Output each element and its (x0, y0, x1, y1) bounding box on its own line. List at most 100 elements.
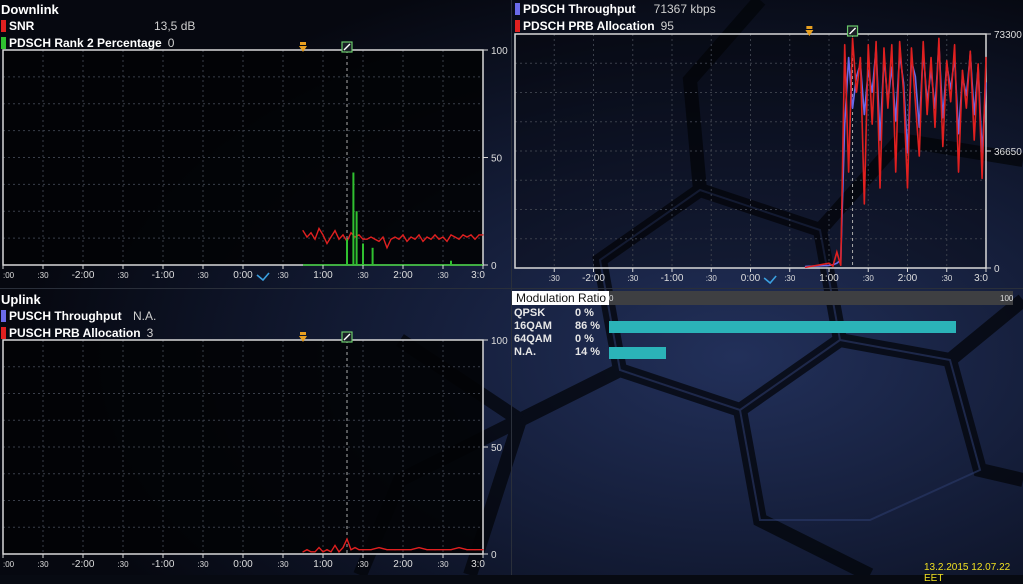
data-point-snr (438, 238, 440, 240)
data-point-pdsch-throughput (895, 120, 897, 122)
data-point-pdsch-prb-allocation (954, 43, 956, 46)
data-point-pdsch-prb-allocation (899, 40, 901, 42)
data-point-pusch-prb-allocation (378, 546, 380, 549)
data-point-pdsch-prb-allocation (922, 40, 924, 42)
data-point-pusch-prb-allocation (394, 549, 396, 551)
x-tick-label: 2:00 (393, 270, 413, 281)
data-point-pdsch-throughput (844, 123, 846, 125)
data-point-pdsch-prb-allocation (859, 56, 861, 58)
legend-item-snr[interactable]: SNR 13,5 dB (1, 19, 195, 33)
data-point-snr (362, 238, 364, 240)
data-point-pusch-prb-allocation (318, 546, 320, 549)
modulation-scale-max: 100 (1000, 294, 1014, 303)
x-tick-label: :30 (784, 274, 796, 283)
x-tick-label: :30 (117, 560, 129, 569)
data-point-snr (422, 240, 424, 242)
x-tick-label: -1:00 (661, 273, 684, 284)
data-point-pdsch-prb-allocation (906, 187, 909, 189)
legend-value: N.A. (133, 309, 157, 323)
x-tick-label: 3:0 (471, 559, 485, 570)
data-point-pdsch-prb-allocation (867, 43, 869, 46)
uplink-chart[interactable]: 0 50 100:00:30 -2:00:30 -1:00:30 0:00:30 1:00:… (0, 331, 511, 575)
uplink-title: Uplink (1, 292, 41, 307)
y-tick-label: 36650 (994, 147, 1022, 158)
legend-item-pdsch-throughput[interactable]: PDSCH Throughput 71367 kbps (515, 2, 716, 16)
legend-label: PUSCH Throughput (9, 309, 122, 323)
data-point-pdsch-prb-allocation (902, 91, 905, 94)
data-point-pdsch-prb-allocation (965, 107, 967, 109)
data-point-snr (342, 234, 344, 236)
data-point-pusch-prb-allocation (434, 549, 436, 551)
x-tick-label: :00 (3, 560, 15, 569)
data-point-pdsch-prb-allocation (981, 178, 983, 180)
data-point-pusch-prb-allocation (302, 551, 304, 553)
data-point-pdsch-throughput (848, 56, 850, 58)
data-point-pdsch-prb-allocation (851, 37, 854, 39)
data-point-snr (370, 236, 372, 238)
x-tick-label: -1:00 (152, 559, 175, 570)
data-point-pusch-prb-allocation (306, 549, 308, 551)
data-point-pdsch-prb-allocation (930, 56, 932, 58)
data-point-snr (450, 234, 452, 236)
data-point-snr (418, 234, 420, 236)
modulation-label-qpsk: QPSK (514, 307, 546, 319)
data-point-pusch-prb-allocation (358, 549, 360, 551)
data-point-pdsch-prb-allocation (973, 139, 975, 141)
modulation-title: Modulation Ratio (512, 291, 611, 305)
modulation-value: 0 % (575, 307, 594, 319)
legend-item-pusch-throughput[interactable]: PUSCH Throughput N.A. (1, 309, 157, 323)
data-point-pdsch-prb-allocation (914, 101, 916, 103)
data-point-pdsch-prb-allocation (977, 63, 979, 65)
data-point-snr (474, 238, 476, 240)
data-point-pdsch-prb-allocation (840, 264, 842, 267)
panel-divider-horizontal (0, 288, 1023, 289)
data-point-snr (434, 234, 436, 236)
data-point-pdsch-prb-allocation (879, 187, 881, 189)
y-tick-label: 73300 (994, 30, 1022, 41)
data-point-pusch-prb-allocation (322, 551, 324, 553)
data-point-pusch-prb-allocation (350, 549, 352, 551)
throughput-chart[interactable]: 0 36650 73300:30 -2:00:30 -1:00:30 0:00:30 1:0… (512, 25, 1023, 288)
data-point-snr (302, 230, 304, 232)
data-point-snr (382, 236, 384, 238)
modulation-value: 86 % (575, 320, 601, 332)
data-point-pusch-prb-allocation (330, 551, 332, 553)
x-tick-label: 1:00 (313, 559, 333, 570)
x-tick-label: :30 (277, 560, 289, 569)
data-point-snr (386, 247, 388, 249)
data-point-snr (338, 238, 340, 240)
data-point-pusch-prb-allocation (466, 549, 468, 551)
x-tick-label: -2:00 (72, 270, 95, 281)
data-point-pdsch-prb-allocation (855, 91, 858, 94)
modulation-value: 14 % (575, 346, 601, 358)
x-tick-label: :30 (549, 274, 561, 283)
downlink-chart[interactable]: 0 50 100:00:30 -2:00:30 -1:00:30 0:00:30 1:00:… (0, 41, 511, 288)
x-tick-label: 1:00 (313, 270, 333, 281)
x-tick-label: :30 (357, 271, 369, 280)
x-tick-label: 1:00 (819, 273, 839, 284)
x-tick-label: 3:0 (471, 270, 485, 281)
data-point-snr (426, 236, 428, 238)
data-point-pusch-prb-allocation (458, 546, 460, 549)
downlink-title: Downlink (1, 2, 59, 17)
data-point-pdsch-prb-allocation (910, 47, 913, 49)
y-tick-label: 0 (491, 261, 497, 272)
data-point-snr (374, 238, 376, 240)
y-tick-label: 50 (491, 443, 503, 454)
x-tick-label: -1:00 (152, 270, 175, 281)
data-point-pdsch-prb-allocation (946, 59, 948, 62)
modulation-bar (609, 347, 666, 359)
data-point-pdsch-throughput (914, 75, 916, 78)
x-tick-label: -2:00 (582, 273, 605, 284)
data-point-pusch-prb-allocation (362, 549, 364, 551)
data-point-pusch-prb-allocation (418, 546, 420, 549)
pusch-throughput-swatch (1, 310, 6, 322)
data-point-snr (354, 236, 356, 238)
x-tick-label: 0:00 (741, 273, 761, 284)
data-point-snr (454, 236, 456, 238)
data-point-pusch-prb-allocation (370, 549, 372, 551)
data-point-snr (378, 240, 380, 242)
data-point-pusch-prb-allocation (442, 549, 444, 551)
data-point-pdsch-throughput (871, 91, 873, 94)
x-tick-label: 2:00 (393, 559, 413, 570)
